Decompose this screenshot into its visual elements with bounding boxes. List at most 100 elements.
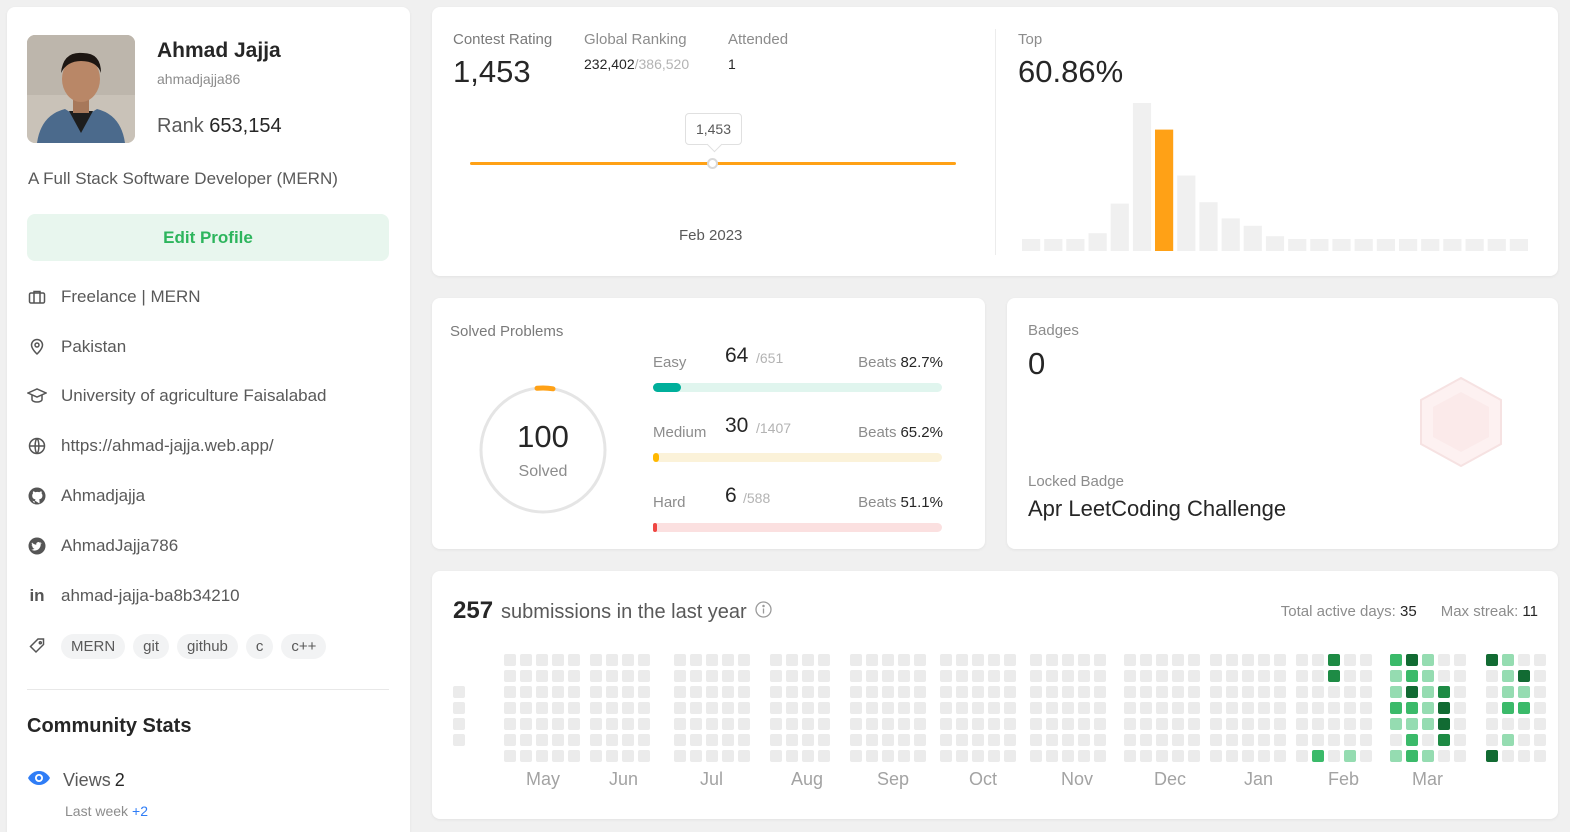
- heatmap-cell[interactable]: [898, 654, 910, 666]
- heatmap-cell[interactable]: [1274, 750, 1286, 762]
- heatmap-cell[interactable]: [1502, 750, 1514, 762]
- skill-tag[interactable]: github: [177, 633, 238, 659]
- heatmap-cell[interactable]: [1156, 654, 1168, 666]
- heatmap-cell[interactable]: [1454, 734, 1466, 746]
- heatmap-cell[interactable]: [850, 734, 862, 746]
- heatmap-cell[interactable]: [1188, 670, 1200, 682]
- heatmap-cell[interactable]: [674, 734, 686, 746]
- heatmap-cell[interactable]: [536, 702, 548, 714]
- heatmap-cell[interactable]: [1534, 734, 1546, 746]
- heatmap-cell[interactable]: [1242, 686, 1254, 698]
- website-row[interactable]: https://ahmad-jajja.web.app/: [27, 434, 274, 458]
- heatmap-cell[interactable]: [802, 718, 814, 730]
- heatmap-cell[interactable]: [706, 702, 718, 714]
- heatmap-cell[interactable]: [1406, 750, 1418, 762]
- linkedin-link[interactable]: ahmad-jajja-ba8b34210: [61, 586, 240, 606]
- heatmap-cell[interactable]: [1360, 750, 1372, 762]
- heatmap-cell[interactable]: [552, 734, 564, 746]
- heatmap-cell[interactable]: [770, 654, 782, 666]
- heatmap-cell[interactable]: [1296, 654, 1308, 666]
- heatmap-cell[interactable]: [940, 750, 952, 762]
- heatmap-cell[interactable]: [722, 718, 734, 730]
- heatmap-cell[interactable]: [520, 702, 532, 714]
- heatmap-cell[interactable]: [590, 734, 602, 746]
- heatmap-cell[interactable]: [453, 718, 465, 730]
- heatmap-cell[interactable]: [1518, 686, 1530, 698]
- heatmap-cell[interactable]: [1296, 670, 1308, 682]
- heatmap-cell[interactable]: [520, 718, 532, 730]
- heatmap-cell[interactable]: [606, 702, 618, 714]
- heatmap-cell[interactable]: [1124, 718, 1136, 730]
- heatmap-cell[interactable]: [1296, 750, 1308, 762]
- heatmap-cell[interactable]: [882, 654, 894, 666]
- heatmap-cell[interactable]: [590, 702, 602, 714]
- heatmap-cell[interactable]: [1062, 670, 1074, 682]
- heatmap-cell[interactable]: [638, 734, 650, 746]
- heatmap-cell[interactable]: [1454, 702, 1466, 714]
- heatmap-cell[interactable]: [1312, 686, 1324, 698]
- heatmap-cell[interactable]: [956, 670, 968, 682]
- heatmap-cell[interactable]: [1004, 686, 1016, 698]
- heatmap-cell[interactable]: [674, 718, 686, 730]
- heatmap-cell[interactable]: [1004, 654, 1016, 666]
- heatmap-cell[interactable]: [1406, 734, 1418, 746]
- heatmap-cell[interactable]: [453, 734, 465, 746]
- heatmap-cell[interactable]: [1188, 750, 1200, 762]
- heatmap-cell[interactable]: [956, 686, 968, 698]
- heatmap-cell[interactable]: [1390, 654, 1402, 666]
- heatmap-cell[interactable]: [1046, 670, 1058, 682]
- heatmap-cell[interactable]: [638, 654, 650, 666]
- heatmap-cell[interactable]: [1486, 686, 1498, 698]
- heatmap-cell[interactable]: [1502, 686, 1514, 698]
- heatmap-cell[interactable]: [770, 702, 782, 714]
- heatmap-cell[interactable]: [1258, 686, 1270, 698]
- heatmap-cell[interactable]: [1486, 654, 1498, 666]
- heatmap-cell[interactable]: [1078, 654, 1090, 666]
- heatmap-cell[interactable]: [956, 734, 968, 746]
- heatmap-cell[interactable]: [850, 718, 862, 730]
- heatmap-cell[interactable]: [1078, 750, 1090, 762]
- heatmap-cell[interactable]: [1226, 670, 1238, 682]
- heatmap-cell[interactable]: [1030, 718, 1042, 730]
- heatmap-cell[interactable]: [1226, 734, 1238, 746]
- heatmap-cell[interactable]: [940, 686, 952, 698]
- heatmap-cell[interactable]: [914, 654, 926, 666]
- heatmap-cell[interactable]: [738, 686, 750, 698]
- heatmap-cell[interactable]: [1406, 654, 1418, 666]
- heatmap-cell[interactable]: [1242, 734, 1254, 746]
- heatmap-cell[interactable]: [1140, 686, 1152, 698]
- heatmap-cell[interactable]: [1226, 702, 1238, 714]
- heatmap-cell[interactable]: [786, 718, 798, 730]
- heatmap-cell[interactable]: [972, 702, 984, 714]
- heatmap-cell[interactable]: [1046, 654, 1058, 666]
- heatmap-cell[interactable]: [972, 686, 984, 698]
- heatmap-cell[interactable]: [1296, 686, 1308, 698]
- heatmap-cell[interactable]: [722, 654, 734, 666]
- skill-tag[interactable]: MERN: [61, 633, 126, 659]
- heatmap-cell[interactable]: [1328, 654, 1340, 666]
- heatmap-cell[interactable]: [590, 654, 602, 666]
- skill-tag[interactable]: c: [245, 633, 274, 659]
- heatmap-cell[interactable]: [722, 750, 734, 762]
- heatmap-cell[interactable]: [1004, 750, 1016, 762]
- heatmap-cell[interactable]: [786, 670, 798, 682]
- heatmap-cell[interactable]: [552, 654, 564, 666]
- heatmap-cell[interactable]: [1518, 734, 1530, 746]
- heatmap-cell[interactable]: [1094, 654, 1106, 666]
- heatmap-cell[interactable]: [1486, 734, 1498, 746]
- heatmap-cell[interactable]: [1422, 718, 1434, 730]
- heatmap-cell[interactable]: [590, 686, 602, 698]
- heatmap-cell[interactable]: [674, 670, 686, 682]
- heatmap-cell[interactable]: [1124, 702, 1136, 714]
- heatmap-cell[interactable]: [520, 670, 532, 682]
- heatmap-cell[interactable]: [770, 718, 782, 730]
- heatmap-cell[interactable]: [1004, 670, 1016, 682]
- heatmap-cell[interactable]: [706, 750, 718, 762]
- heatmap-cell[interactable]: [568, 718, 580, 730]
- edit-profile-button[interactable]: Edit Profile: [27, 214, 389, 261]
- heatmap-cell[interactable]: [504, 718, 516, 730]
- heatmap-cell[interactable]: [1124, 670, 1136, 682]
- heatmap-cell[interactable]: [1438, 670, 1450, 682]
- heatmap-cell[interactable]: [1360, 734, 1372, 746]
- heatmap-cell[interactable]: [1274, 734, 1286, 746]
